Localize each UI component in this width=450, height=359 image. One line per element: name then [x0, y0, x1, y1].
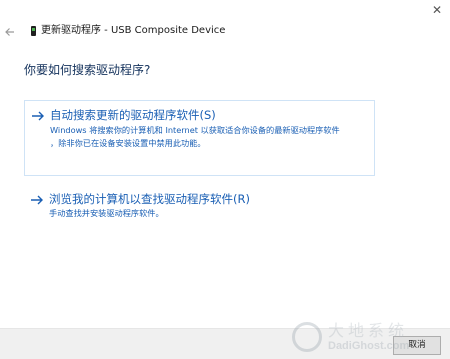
arrow-right-icon — [31, 109, 45, 123]
option-description-line: Windows 将搜索你的计算机和 Internet 以获取适合你设备的最新驱动… — [50, 125, 340, 135]
option-description-line: ，除非你已在设备安装设置中禁用此功能。 — [50, 138, 206, 148]
arrow-right-icon — [30, 193, 44, 207]
back-arrow-icon[interactable] — [2, 24, 18, 40]
option-title: 浏览我的计算机以查找驱动程序软件(R) — [49, 192, 250, 206]
cancel-button[interactable]: 取消 — [393, 336, 441, 355]
browse-computer-option[interactable]: 浏览我的计算机以查找驱动程序软件(R) 手动查找并安装驱动程序软件。 — [24, 188, 375, 224]
option-description-line: 手动查找并安装驱动程序软件。 — [49, 208, 164, 218]
window-title: 更新驱动程序 - USB Composite Device — [41, 25, 226, 36]
close-button[interactable]: ✕ — [426, 0, 448, 20]
update-driver-dialog: 更新驱动程序 - USB Composite Device ✕ 你要如何搜索驱动… — [0, 0, 450, 359]
usb-device-icon — [31, 26, 36, 36]
dialog-footer: 取消 — [0, 328, 450, 359]
option-title: 自动搜索更新的驱动程序软件(S) — [50, 108, 216, 122]
page-heading: 你要如何搜索驱动程序? — [24, 63, 151, 77]
title-bar: 更新驱动程序 - USB Composite Device ✕ — [0, 0, 450, 50]
search-automatically-option[interactable]: 自动搜索更新的驱动程序软件(S) Windows 将搜索你的计算机和 Inter… — [24, 100, 375, 176]
